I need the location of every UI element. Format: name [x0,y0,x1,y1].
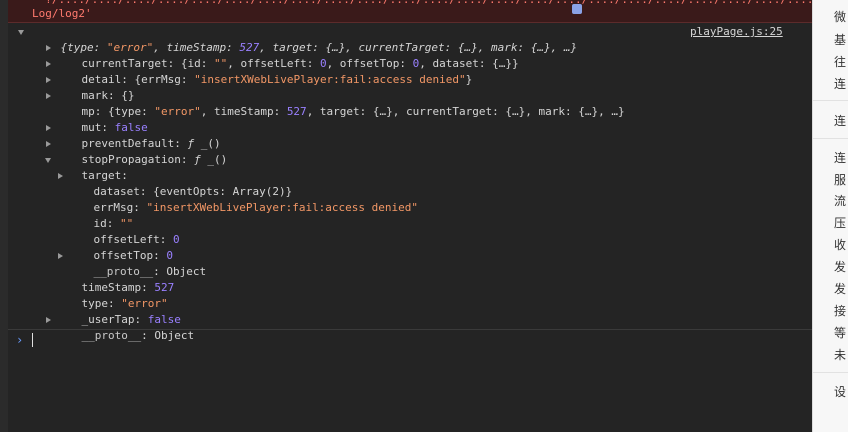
prop-value: Object [154,329,195,342]
function-glyph: ƒ [194,153,201,166]
panel-divider [813,372,848,373]
panel-item[interactable]: 接 [834,304,848,318]
panel-item[interactable]: 未 [834,348,848,362]
console-input-caret[interactable] [32,333,33,347]
panel-item[interactable]: 连 [834,151,848,165]
expand-triangle-icon[interactable] [46,61,51,67]
prompt-divider [8,329,812,330]
prop-number: 527 [286,105,307,118]
collapse-triangle-icon[interactable] [18,30,24,35]
error-text-line-2: Log/log2' [32,7,92,20]
expand-triangle-icon[interactable] [58,173,63,179]
panel-item[interactable]: 发 [834,282,848,296]
panel-item[interactable]: 服 [834,173,848,187]
expand-triangle-icon[interactable] [58,253,63,259]
panel-item[interactable]: 往 [834,55,848,69]
panel-divider [813,100,848,101]
prop-text: {errMsg: [134,73,195,86]
panel-item[interactable]: 发 [834,260,848,274]
prop-string: "insertXWebLivePlayer:fail:access denied… [146,201,419,214]
prop-text: , target: {…}, currentTarget: {…}, mark:… [306,105,625,118]
info-badge-icon[interactable] [572,4,582,14]
panel-item[interactable]: 等 [834,326,848,340]
error-text-line-1: ?/..../..../..../..../..../..../..../...… [32,0,812,7]
expand-triangle-icon[interactable] [46,141,51,147]
expand-triangle-icon[interactable] [46,45,51,51]
prop-number: 0 [172,233,180,246]
collapse-triangle-icon[interactable] [45,158,51,163]
prop-string: "error" [154,105,201,118]
error-message-banner: ?/..../..../..../..../..../..../..../...… [8,0,812,23]
right-side-panel: 微 基 往 连 连 连 服 流 压 收 发 发 接 等 未 设 [812,0,848,432]
panel-item[interactable]: 微 [834,10,848,24]
prop-row-proto[interactable]: __proto__: Object [46,312,195,360]
panel-item[interactable]: 连 [834,114,848,128]
panel-divider [813,138,848,139]
expand-triangle-icon[interactable] [46,93,51,99]
prop-text: } [465,73,473,86]
panel-item[interactable]: 连 [834,77,848,91]
panel-item[interactable]: 收 [834,238,848,252]
panel-item[interactable]: 设 [834,385,848,399]
prompt-chevron-icon: › [16,333,24,347]
panel-item[interactable]: 压 [834,216,848,230]
expand-triangle-icon[interactable] [46,317,51,323]
panel-item[interactable]: 基 [834,33,848,47]
source-link[interactable]: playPage.js:25 [690,24,783,40]
prop-key: __proto__ [81,329,142,342]
prop-text: , timeStamp: [200,105,287,118]
expand-triangle-icon[interactable] [46,125,51,131]
panel-item[interactable]: 流 [834,194,848,208]
expand-triangle-icon[interactable] [46,77,51,83]
left-gutter [0,0,8,432]
prop-value: _() [200,153,228,166]
console-panel: ?/..../..../..../..../..../..../..../...… [8,0,812,432]
prop-string: "insertXWebLivePlayer:fail:access denied… [194,73,466,86]
